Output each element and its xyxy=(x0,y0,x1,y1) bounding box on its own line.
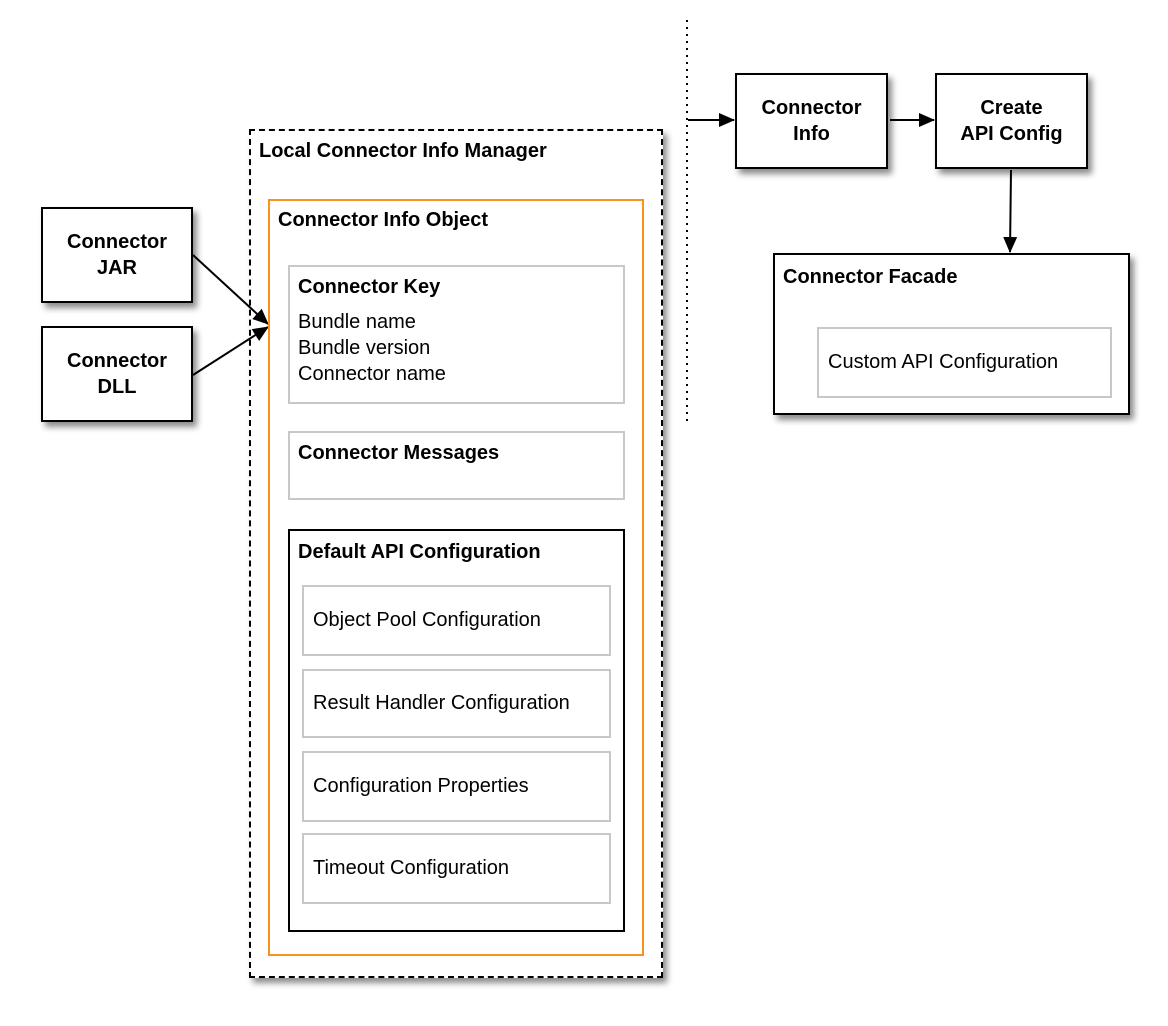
manager-title: Local Connector Info Manager xyxy=(259,140,547,162)
diagram: Connector JAR Connector DLL Local Connecto… xyxy=(0,0,1168,1026)
custom-api-configuration: Custom API Configuration xyxy=(817,327,1112,398)
label: Connector xyxy=(67,350,167,372)
label: Custom API Configuration xyxy=(828,351,1059,373)
info-object-title: Connector Info Object xyxy=(278,209,488,231)
arrow-create-to-facade xyxy=(1003,169,1018,253)
facade-title: Connector Facade xyxy=(783,266,958,288)
connector-key-title: Connector Key xyxy=(298,276,441,298)
key-item: Bundle version xyxy=(298,337,431,359)
create-api-config-box: Create API Config xyxy=(935,73,1088,169)
default-api-title: Default API Configuration xyxy=(298,541,541,563)
label: Result Handler Configuration xyxy=(313,692,570,714)
label: Create xyxy=(980,97,1043,119)
label: Configuration Properties xyxy=(313,775,529,797)
label: DLL xyxy=(97,376,137,398)
connector-messages-box: Connector Messages xyxy=(288,431,625,500)
configuration-properties: Configuration Properties xyxy=(302,751,611,822)
label: API Config xyxy=(960,123,1063,145)
label: JAR xyxy=(96,257,137,279)
label: Connector xyxy=(67,231,167,253)
result-handler-configuration: Result Handler Configuration xyxy=(302,669,611,738)
connector-jar-box: Connector JAR xyxy=(41,207,193,303)
object-pool-configuration: Object Pool Configuration xyxy=(302,585,611,656)
label: Info xyxy=(793,123,830,145)
key-item: Bundle name xyxy=(298,311,416,333)
key-item: Connector name xyxy=(298,363,446,385)
label: Connector xyxy=(761,97,862,119)
connector-info-box: Connector Info xyxy=(735,73,888,169)
connector-key-box: Connector Key Bundle name Bundle version… xyxy=(288,265,625,404)
label: Object Pool Configuration xyxy=(313,609,541,631)
timeout-configuration: Timeout Configuration xyxy=(302,833,611,904)
label: Timeout Configuration xyxy=(313,857,510,879)
connector-facade-box: Connector Facade Custom API Configuratio… xyxy=(773,253,1130,415)
messages-title: Connector Messages xyxy=(298,442,500,464)
connector-dll-box: Connector DLL xyxy=(41,326,193,422)
